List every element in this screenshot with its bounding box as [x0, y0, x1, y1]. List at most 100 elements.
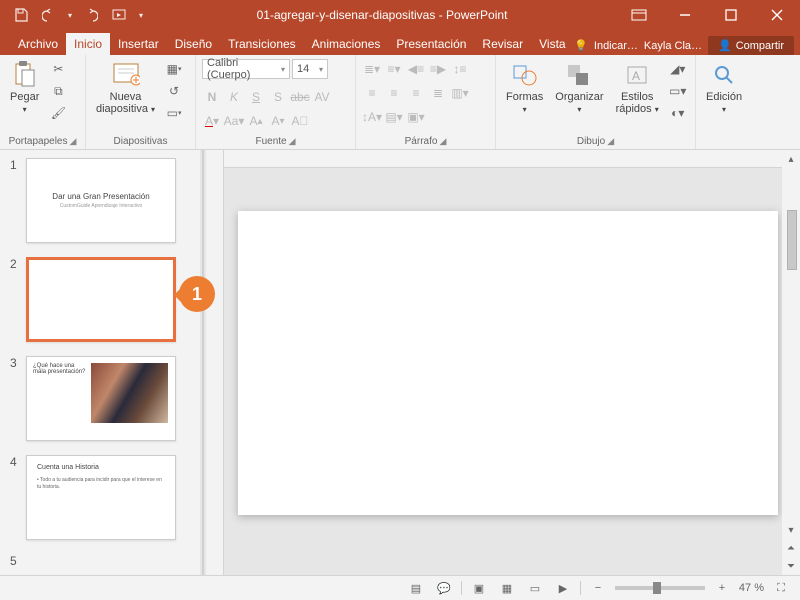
dialog-launcher-icon[interactable]: ◢ — [289, 136, 296, 147]
shape-effects-icon[interactable]: ◐▾ — [667, 103, 689, 123]
clear-format-icon[interactable]: A⃠ — [290, 111, 310, 131]
ribbon-display-icon[interactable] — [616, 0, 662, 30]
copy-icon[interactable]: ⧉ — [47, 81, 69, 101]
editor-area: 1 Dar una Gran Presentación CustomGuide … — [0, 150, 800, 575]
dialog-launcher-icon[interactable]: ◢ — [70, 136, 77, 147]
zoom-value[interactable]: 47 % — [739, 582, 764, 594]
slide-thumb-1[interactable]: Dar una Gran Presentación CustomGuide Ap… — [26, 158, 176, 243]
tab-home[interactable]: Inicio — [66, 33, 110, 55]
columns-icon[interactable]: ▥▾ — [450, 83, 470, 103]
layout-icon[interactable]: ▦▾ — [163, 59, 185, 79]
align-left-icon[interactable]: ≡ — [362, 83, 382, 103]
scroll-up-icon[interactable]: ▴ — [782, 150, 800, 168]
section-icon[interactable]: ▭▾ — [163, 103, 185, 123]
prev-slide-icon[interactable]: ⏶ — [782, 539, 800, 557]
font-size-select[interactable]: 14▾ — [292, 59, 328, 79]
quick-styles-button[interactable]: A Estilos rápidos ▾ — [612, 59, 663, 117]
tab-design[interactable]: Diseño — [167, 33, 220, 55]
undo-dropdown-icon[interactable]: ▾ — [64, 2, 76, 28]
maximize-icon[interactable] — [708, 0, 754, 30]
thumb-row[interactable]: 4 Cuenta una Historia • Todo a tu audien… — [10, 455, 196, 540]
font-color-icon[interactable]: A▾ — [202, 111, 222, 131]
align-text-icon[interactable]: ▤▾ — [384, 107, 404, 127]
new-slide-button[interactable]: Nueva diapositiva ▾ — [92, 59, 159, 117]
strikethrough-icon[interactable]: abc — [290, 87, 310, 107]
arrange-button[interactable]: Organizar▾ — [551, 59, 607, 117]
numbering-icon[interactable]: ≡▾ — [384, 59, 404, 79]
slideshow-view-icon[interactable]: ▶ — [552, 579, 574, 597]
dialog-launcher-icon[interactable]: ◢ — [439, 136, 446, 147]
qat-dropdown-icon[interactable]: ▾ — [134, 2, 148, 28]
grow-font-icon[interactable]: A▴ — [246, 111, 266, 131]
undo-icon[interactable] — [36, 2, 62, 28]
thumb-row[interactable]: 5 — [10, 554, 196, 568]
start-from-beginning-icon[interactable] — [106, 2, 132, 28]
slide-canvas[interactable] — [238, 211, 778, 515]
tab-transitions[interactable]: Transiciones — [220, 33, 304, 55]
user-name[interactable]: Kayla Cla… — [644, 40, 702, 52]
font-name-select[interactable]: Calibri (Cuerpo)▾ — [202, 59, 290, 79]
next-slide-icon[interactable]: ⏷ — [782, 557, 800, 575]
underline-icon[interactable]: S — [246, 87, 266, 107]
reset-icon[interactable]: ↺ — [163, 81, 185, 101]
tellme-icon[interactable]: 💡 — [574, 39, 588, 52]
tab-slideshow[interactable]: Presentación — [388, 33, 474, 55]
align-center-icon[interactable]: ≡ — [384, 83, 404, 103]
dialog-launcher-icon[interactable]: ◢ — [607, 136, 614, 147]
bold-icon[interactable]: N — [202, 87, 222, 107]
tab-review[interactable]: Revisar — [474, 33, 531, 55]
close-icon[interactable] — [754, 0, 800, 30]
increase-indent-icon[interactable]: ≡▶ — [428, 59, 448, 79]
text-direction-icon[interactable]: ↕A▾ — [362, 107, 382, 127]
line-spacing-icon[interactable]: ↕≡ — [450, 59, 470, 79]
sorter-view-icon[interactable]: ▦ — [496, 579, 518, 597]
zoom-slider[interactable] — [615, 586, 705, 590]
editing-button[interactable]: Edición▾ — [702, 59, 746, 117]
format-painter-icon[interactable]: 🖌 — [47, 103, 69, 123]
minimize-icon[interactable] — [662, 0, 708, 30]
zoom-in-icon[interactable]: + — [711, 579, 733, 597]
paste-button[interactable]: Pegar▾ — [6, 59, 43, 117]
notes-icon[interactable]: ▤ — [405, 579, 427, 597]
vertical-scrollbar[interactable]: ▴ ▾ ⏶ ⏷ — [782, 150, 800, 575]
tab-insert[interactable]: Insertar — [110, 33, 167, 55]
comments-icon[interactable]: 💬 — [433, 579, 455, 597]
slide-thumb-2[interactable] — [26, 257, 176, 342]
thumbnail-pane[interactable]: 1 Dar una Gran Presentación CustomGuide … — [0, 150, 200, 575]
shapes-button[interactable]: Formas▾ — [502, 59, 547, 117]
zoom-thumb[interactable] — [653, 582, 661, 594]
tellme-text[interactable]: Indicar… — [594, 40, 638, 52]
tab-animations[interactable]: Animaciones — [304, 33, 389, 55]
smartart-icon[interactable]: ▣▾ — [406, 107, 426, 127]
char-spacing-icon[interactable]: AV — [312, 87, 332, 107]
justify-icon[interactable]: ≣ — [428, 83, 448, 103]
scroll-down-icon[interactable]: ▾ — [782, 521, 800, 539]
redo-icon[interactable] — [78, 2, 104, 28]
change-case-icon[interactable]: Aa▾ — [224, 111, 244, 131]
group-slides: Nueva diapositiva ▾ ▦▾ ↺ ▭▾ Diapositivas — [86, 55, 196, 149]
save-icon[interactable] — [8, 2, 34, 28]
slide-thumb-4[interactable]: Cuenta una Historia • Todo a tu audienci… — [26, 455, 176, 540]
reading-view-icon[interactable]: ▭ — [524, 579, 546, 597]
normal-view-icon[interactable]: ▣ — [468, 579, 490, 597]
tab-file[interactable]: Archivo — [10, 33, 66, 55]
decrease-indent-icon[interactable]: ◀≡ — [406, 59, 426, 79]
thumb-row[interactable]: 3 ¿Qué hace una mala presentación? — [10, 356, 196, 441]
align-right-icon[interactable]: ≡ — [406, 83, 426, 103]
slide-thumb-3[interactable]: ¿Qué hace una mala presentación? — [26, 356, 176, 441]
zoom-out-icon[interactable]: − — [587, 579, 609, 597]
thumb-row[interactable]: 1 Dar una Gran Presentación CustomGuide … — [10, 158, 196, 243]
text-shadow-icon[interactable]: S — [268, 87, 288, 107]
shrink-font-icon[interactable]: A▾ — [268, 111, 288, 131]
tab-view[interactable]: Vista — [531, 33, 573, 55]
callout-number: 1 — [192, 284, 202, 305]
cut-icon[interactable]: ✂ — [47, 59, 69, 79]
scrollbar-thumb[interactable] — [787, 210, 797, 270]
thumb-title: Dar una Gran Presentación — [52, 192, 149, 201]
shape-outline-icon[interactable]: ▭▾ — [667, 81, 689, 101]
share-button[interactable]: 👤 Compartir — [708, 36, 794, 55]
shape-fill-icon[interactable]: ◢▾ — [667, 59, 689, 79]
fit-window-icon[interactable]: ⛶ — [770, 579, 792, 597]
bullets-icon[interactable]: ≣▾ — [362, 59, 382, 79]
italic-icon[interactable]: K — [224, 87, 244, 107]
